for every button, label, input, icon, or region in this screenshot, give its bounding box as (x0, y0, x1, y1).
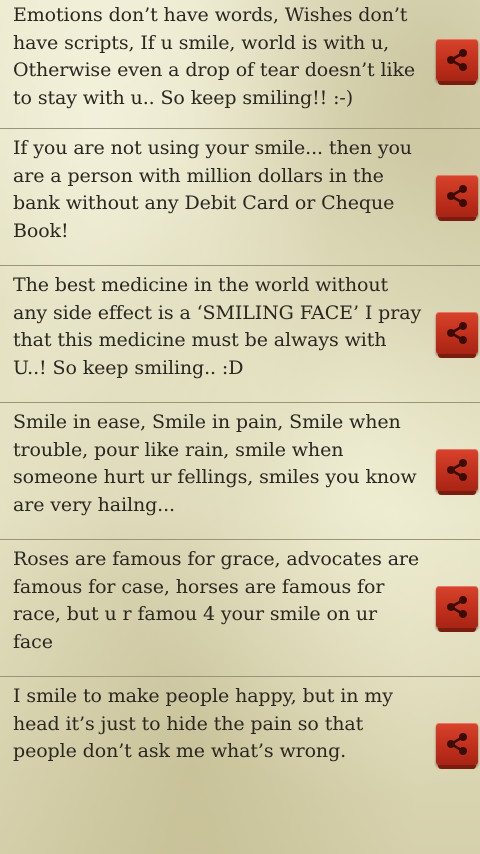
quote-row: I smile to make people happy, but in my … (0, 677, 480, 814)
quote-text: I smile to make people happy, but in my … (13, 685, 393, 762)
quote-row: Smile in ease, Smile in pain, Smile when… (0, 403, 480, 540)
quote-row: Emotions don’t have words, Wishes don’t … (0, 0, 480, 129)
share-button[interactable] (436, 39, 478, 85)
share-button[interactable] (436, 449, 478, 495)
quote-text: Smile in ease, Smile in pain, Smile when… (13, 411, 417, 516)
share-icon (447, 733, 467, 755)
quote-text: Emotions don’t have words, Wishes don’t … (13, 4, 415, 109)
share-icon (447, 459, 467, 481)
share-icon (447, 49, 467, 71)
quote-row: Roses are famous for grace, advocates ar… (0, 540, 480, 677)
share-icon (447, 322, 467, 344)
quote-list: Emotions don’t have words, Wishes don’t … (0, 0, 480, 814)
share-button[interactable] (436, 175, 478, 221)
share-button[interactable] (436, 312, 478, 358)
share-icon (447, 185, 467, 207)
quote-text: Roses are famous for grace, advocates ar… (13, 548, 420, 653)
quote-row: The best medicine in the world without a… (0, 266, 480, 403)
share-button[interactable] (436, 586, 478, 632)
share-button[interactable] (436, 723, 478, 769)
quote-text: The best medicine in the world without a… (13, 274, 422, 379)
quote-row: If you are not using your smile... then … (0, 129, 480, 266)
quote-text: If you are not using your smile... then … (13, 137, 412, 242)
share-icon (447, 596, 467, 618)
